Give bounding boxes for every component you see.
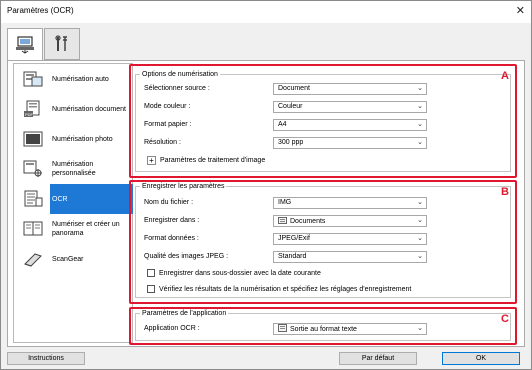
svg-text:PDF: PDF [25, 112, 34, 117]
paper-size-dropdown[interactable]: A4 ⌄ [273, 119, 427, 131]
file-name-value: IMG [278, 199, 292, 206]
save-in-label: Enregistrer dans : [144, 217, 200, 224]
close-icon[interactable]: ✕ [516, 4, 525, 17]
chevron-down-icon: ⌄ [417, 199, 423, 206]
data-format-value: JPEG/Exif [278, 235, 310, 242]
paper-size-label: Format papier : [144, 121, 192, 128]
save-in-value: Documents [290, 218, 326, 225]
resolution-value: 300 ppp [278, 139, 304, 146]
sidebar-item-label: Numériser et créer un panorama [52, 221, 120, 237]
window-title: Paramètres (OCR) [7, 6, 74, 15]
sidebar-item-label: Numérisation photo [52, 135, 113, 143]
resolution-label: Résolution : [144, 139, 181, 146]
color-mode-dropdown[interactable]: Couleur ⌄ [273, 101, 427, 113]
folder-icon [278, 217, 287, 224]
sidebar-item-label: Numérisation personnalisée [52, 161, 96, 177]
jpeg-quality-value: Standard [278, 253, 307, 260]
file-name-label: Nom du fichier : [144, 199, 194, 206]
resolution-dropdown[interactable]: 300 ppp ⌄ [273, 137, 427, 149]
ocr-app-dropdown[interactable]: Sortie au format texte ⌄ [273, 323, 427, 335]
app-settings-title: Paramètres de l'application [140, 310, 229, 317]
title-bar: Paramètres (OCR) ✕ [1, 1, 531, 23]
chevron-down-icon: ⌄ [417, 217, 423, 224]
file-name-dropdown[interactable]: IMG ⌄ [273, 197, 427, 209]
section-letter-c: C [501, 313, 509, 325]
scan-from-computer-icon [16, 35, 34, 54]
save-settings-panel: Enregistrer les paramètres B Nom du fich… [129, 180, 517, 304]
auto-scan-icon [22, 69, 44, 89]
ok-button[interactable]: OK [442, 352, 520, 365]
sidebar-item-label: ScanGear [52, 255, 84, 263]
tab-scan-from-computer[interactable] [7, 28, 43, 61]
color-mode-label: Mode couleur : [144, 103, 191, 110]
chevron-down-icon: ⌄ [417, 235, 423, 242]
select-source-value: Document [278, 85, 310, 92]
scan-options-title: Options de numérisation [140, 71, 220, 78]
subfolder-checkbox[interactable] [147, 269, 155, 277]
scan-type-sidebar: Numérisation auto PDF Numérisation docum… [13, 63, 133, 343]
photo-scan-icon [22, 129, 44, 149]
custom-scan-icon [22, 159, 44, 179]
ocr-app-label: Application OCR : [144, 325, 200, 332]
panorama-icon [22, 219, 44, 239]
settings-window: Paramètres (OCR) ✕ Numérisation auto PDF… [0, 0, 532, 370]
sidebar-item-panorama[interactable]: Numériser et créer un panorama [14, 214, 132, 244]
chevron-down-icon: ⌄ [417, 139, 423, 146]
tools-icon [55, 35, 67, 51]
jpeg-quality-dropdown[interactable]: Standard ⌄ [273, 251, 427, 263]
document-scan-icon: PDF [22, 99, 44, 119]
tab-general-settings[interactable] [44, 28, 80, 60]
select-source-label: Sélectionner source : [144, 85, 210, 92]
app-settings-panel: Paramètres de l'application C Applicatio… [129, 307, 517, 345]
save-in-dropdown[interactable]: Documents ⌄ [273, 215, 427, 227]
ocr-app-value: Sortie au format texte [290, 326, 357, 333]
image-processing-link[interactable]: Paramètres de traitement d'image [160, 157, 265, 164]
subfolder-checkbox-label[interactable]: Enregistrer dans sous-dossier avec la da… [159, 270, 321, 277]
chevron-down-icon: ⌄ [417, 325, 423, 332]
select-source-dropdown[interactable]: Document ⌄ [273, 83, 427, 95]
sidebar-item-scangear[interactable]: ScanGear [14, 244, 132, 274]
data-format-label: Format données : [144, 235, 199, 242]
chevron-down-icon: ⌄ [417, 85, 423, 92]
chevron-down-icon: ⌄ [417, 103, 423, 110]
chevron-down-icon: ⌄ [417, 253, 423, 260]
save-settings-title: Enregistrer les paramètres [140, 183, 227, 190]
sidebar-item-ocr[interactable]: OCR [14, 184, 133, 214]
sidebar-item-document-scan[interactable]: PDF Numérisation document [14, 94, 132, 124]
paper-size-value: A4 [278, 121, 287, 128]
sidebar-item-photo-scan[interactable]: Numérisation photo [14, 124, 132, 154]
verify-results-checkbox-label[interactable]: Vérifiez les résultats de la numérisatio… [159, 286, 411, 293]
sidebar-item-label: Numérisation auto [52, 75, 109, 83]
color-mode-value: Couleur [278, 103, 303, 110]
instructions-button[interactable]: Instructions [7, 352, 85, 365]
sidebar-item-label: OCR [50, 184, 133, 214]
verify-results-checkbox[interactable] [147, 285, 155, 293]
chevron-down-icon: ⌄ [417, 121, 423, 128]
ocr-icon [22, 189, 44, 209]
jpeg-quality-label: Qualité des images JPEG : [144, 253, 229, 260]
data-format-dropdown[interactable]: JPEG/Exif ⌄ [273, 233, 427, 245]
section-letter-b: B [501, 186, 509, 198]
sidebar-item-auto-scan[interactable]: Numérisation auto [14, 64, 132, 94]
scangear-icon [22, 249, 44, 269]
sidebar-item-custom-scan[interactable]: Numérisation personnalisée [14, 154, 132, 184]
expand-plus-icon[interactable]: + [147, 156, 156, 165]
sidebar-item-label: Numérisation document [52, 105, 126, 113]
section-letter-a: A [501, 70, 509, 82]
text-output-icon [278, 324, 287, 332]
main-content: Numérisation auto PDF Numérisation docum… [7, 60, 525, 347]
scan-options-panel: Options de numérisation A Sélectionner s… [129, 64, 517, 178]
defaults-button[interactable]: Par défaut [339, 352, 417, 365]
